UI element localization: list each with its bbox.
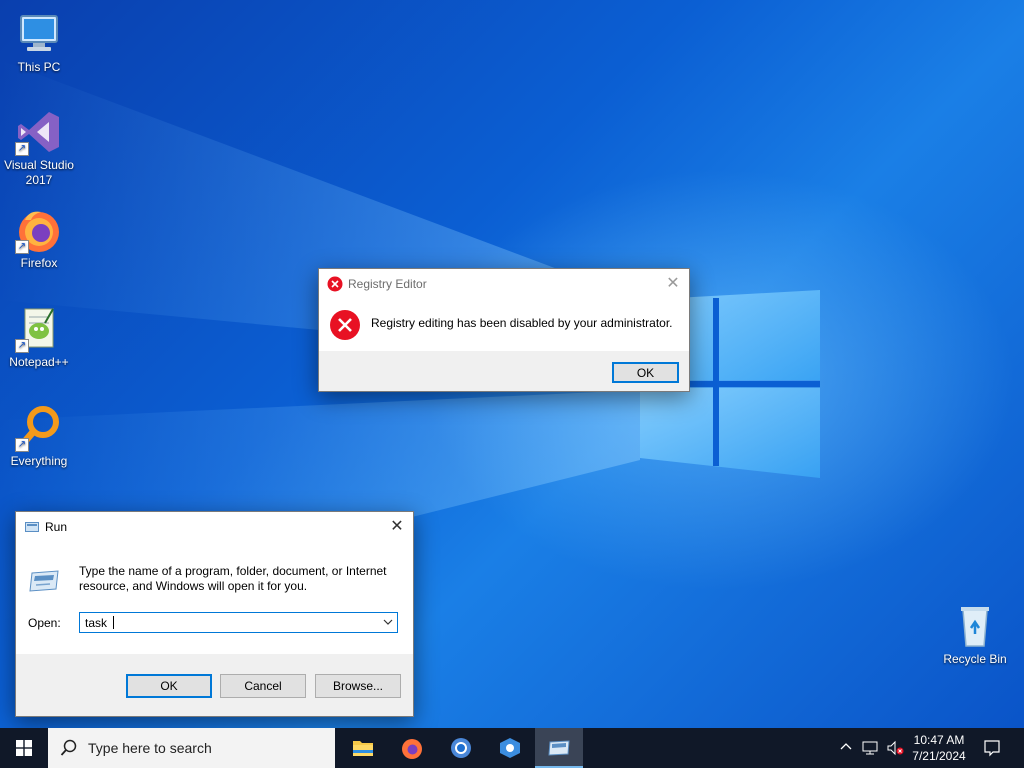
shortcut-arrow-icon: ↗ [15,438,29,452]
windows-start-icon [16,740,32,759]
taskbar-chrome[interactable] [437,728,485,768]
clock-date: 7/21/2024 [912,749,966,763]
shortcut-arrow-icon: ↗ [15,240,29,254]
dialog-footer: OK Cancel Browse... [16,654,413,716]
notepad-plus-plus-icon: ↗ [15,305,63,353]
desktop-icon-label: Visual Studio 2017 [4,158,74,187]
taskbar-teams[interactable] [486,728,534,768]
error-icon [327,276,343,295]
windows-logo-pane-bl [640,388,820,478]
taskbar: Type here to search 10:47 AM 7/21/2024 [0,728,1024,768]
desktop-icon-label: Everything [10,454,68,468]
volume-muted-icon[interactable] [886,740,904,759]
taskbar-file-explorer[interactable] [339,728,387,768]
search-box[interactable]: Type here to search [48,728,335,768]
search-placeholder: Type here to search [88,740,212,756]
desktop-icon-everything[interactable]: ↗ Everything [1,404,77,469]
run-icon [25,520,39,537]
dialog-titlebar[interactable]: Run ✕ [16,512,413,542]
firefox-icon: ↗ [15,206,63,254]
browse-button[interactable]: Browse... [315,674,401,698]
clock-time: 10:47 AM [913,733,965,747]
text-cursor [113,616,114,629]
clock[interactable]: 10:47 AM 7/21/2024 [905,732,973,764]
desktop-icon-notepad-plus-plus[interactable]: ↗ Notepad++ [1,305,77,370]
chrome-icon [450,737,472,762]
teams-icon [499,737,521,762]
dialog-footer: OK [319,351,689,391]
open-input[interactable]: task [85,616,107,630]
desktop-icon-recycle-bin[interactable]: Recycle Bin [937,602,1013,667]
desktop[interactable]: This PC ↗ Visual Studio 2017 ↗ Firefox ↗… [0,0,1024,728]
computer-icon [15,10,63,58]
desktop-icon-label: This PC [17,60,61,74]
search-icon [60,739,78,760]
open-combobox[interactable]: task [79,612,398,633]
visual-studio-icon: ↗ [15,108,63,156]
show-hidden-icons-chevron-up-icon[interactable] [840,741,852,756]
run-dialog: Run ✕ Type the name of a program, folder… [15,511,414,717]
ok-button[interactable]: OK [612,362,679,383]
desktop-icon-label: Firefox [20,256,58,270]
shortcut-arrow-icon: ↗ [15,142,29,156]
desktop-icon-label: Recycle Bin [943,652,1007,666]
folder-icon [352,738,374,761]
shortcut-arrow-icon: ↗ [15,339,29,353]
network-icon[interactable] [862,740,878,759]
dialog-title: Run [45,520,68,534]
recycle-bin-icon [951,602,999,650]
taskbar-firefox[interactable] [388,728,436,768]
run-icon [548,739,570,760]
chevron-down-icon[interactable] [383,615,393,632]
run-description: Type the name of a program, folder, docu… [79,564,387,593]
taskbar-run[interactable] [535,728,583,768]
cancel-button[interactable]: Cancel [220,674,306,698]
dialog-titlebar[interactable]: Registry Editor ✕ [319,269,689,299]
ok-button[interactable]: OK [126,674,212,698]
firefox-icon [401,737,423,762]
notifications-icon[interactable] [983,739,1001,760]
close-button[interactable]: ✕ [381,512,413,542]
desktop-icon-firefox[interactable]: ↗ Firefox [1,206,77,271]
open-label: Open: [28,616,61,630]
desktop-icon-this-pc[interactable]: This PC [1,10,77,75]
error-icon [329,309,361,344]
everything-search-icon: ↗ [15,404,63,452]
desktop-icon-visual-studio[interactable]: ↗ Visual Studio 2017 [1,108,77,188]
close-button[interactable]: ✕ [657,269,689,299]
error-message: Registry editing has been disabled by yo… [371,316,673,330]
run-program-icon [28,565,60,600]
registry-editor-error-dialog: Registry Editor ✕ Registry editing has b… [318,268,690,392]
dialog-title: Registry Editor [348,277,427,291]
start-button[interactable] [0,728,48,768]
desktop-icon-label: Notepad++ [9,355,69,369]
